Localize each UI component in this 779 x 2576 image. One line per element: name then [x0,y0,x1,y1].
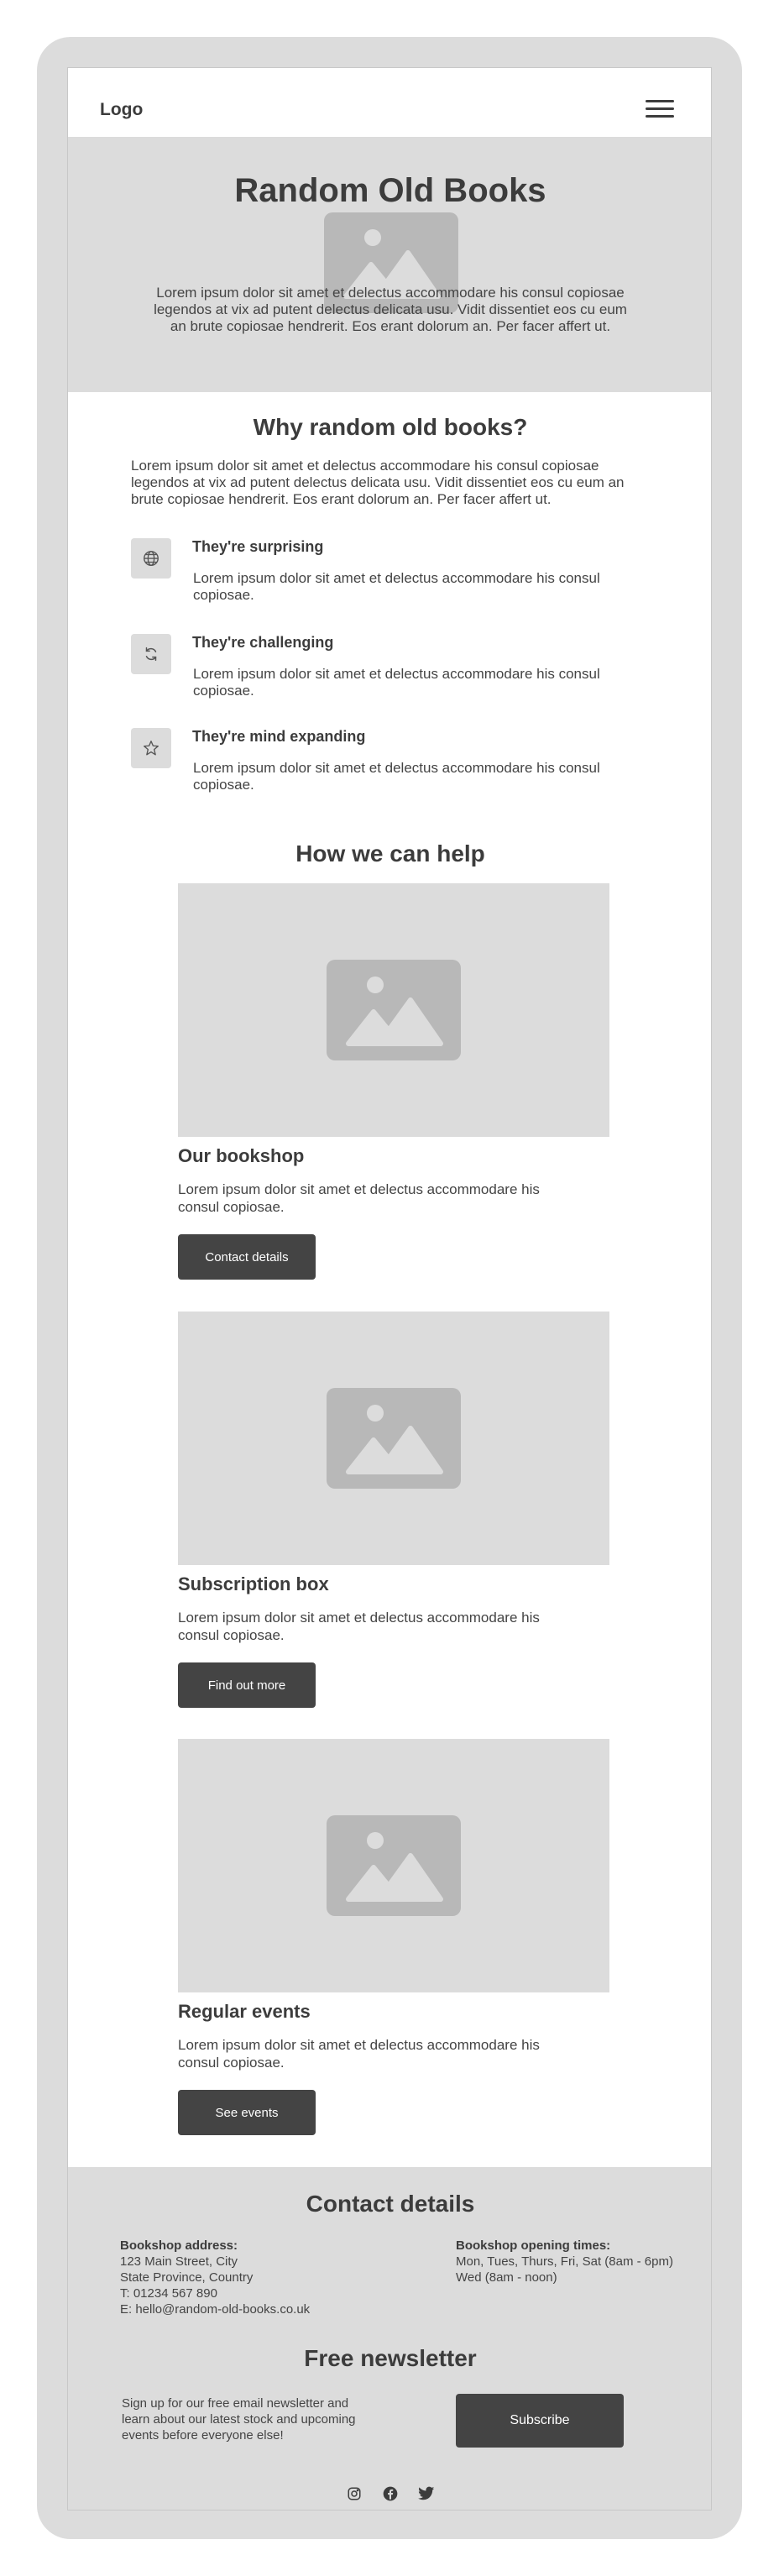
card-image [178,883,609,1137]
why-intro-text: Lorem ipsum dolor sit amet et delectus a… [131,458,625,507]
card-title: Subscription box [178,1573,329,1594]
instagram-icon[interactable] [345,2484,363,2503]
image-placeholder-icon [327,1815,461,1916]
feature-text: Lorem ipsum dolor sit amet et delectus a… [193,570,600,603]
top-navbar: Logo [68,68,711,137]
card-text: Lorem ipsum dolor sit amet et delectus a… [178,2037,540,2071]
feature-title: They're mind expanding [192,728,366,745]
card-text: Lorem ipsum dolor sit amet et delectus a… [178,1610,540,1643]
opening-times: Bookshop opening times: Mon, Tues, Thurs… [456,2238,673,2285]
address-label: Bookshop address: [120,2238,238,2253]
contact-details-button[interactable]: Contact details [178,1234,316,1280]
hours-line: Mon, Tues, Thurs, Fri, Sat (8am - 6pm) [456,2254,673,2269]
hamburger-menu-icon[interactable] [646,100,674,122]
footer-section: Contact details Bookshop address: 123 Ma… [68,2167,711,2510]
hours-label: Bookshop opening times: [456,2238,611,2253]
image-placeholder-icon [327,960,461,1060]
address-line: State Province, Country [120,2270,254,2285]
feature-title: They're surprising [192,538,324,555]
why-section-title: Why random old books? [253,414,528,440]
page-screen: Logo Random Old Books Lorem ipsum dolor … [67,67,712,2511]
refresh-icon [131,634,171,674]
phone-number: T: 01234 567 890 [120,2286,217,2301]
globe-icon [131,538,171,579]
contact-section-title: Contact details [306,2191,475,2217]
feature-text: Lorem ipsum dolor sit amet et delectus a… [193,760,600,793]
address-line: 123 Main Street, City [120,2254,238,2269]
feature-title: They're challenging [192,634,334,651]
feature-item: They're challenging Lorem ipsum dolor si… [131,634,651,726]
card-text: Lorem ipsum dolor sit amet et delectus a… [178,1181,540,1215]
subscribe-button[interactable]: Subscribe [456,2394,624,2448]
card-image [178,1312,609,1565]
logo[interactable]: Logo [100,100,143,120]
email-address[interactable]: E: hello@random-old-books.co.uk [120,2302,310,2317]
card-title: Regular events [178,2001,311,2022]
feature-item: They're mind expanding Lorem ipsum dolor… [131,728,651,820]
newsletter-text: Sign up for our free email newsletter an… [122,2396,356,2442]
newsletter-title: Free newsletter [304,2345,477,2371]
social-links [345,2484,436,2503]
image-placeholder-icon [327,1388,461,1489]
facebook-icon[interactable] [381,2484,400,2503]
feature-item: They're surprising Lorem ipsum dolor sit… [131,538,651,631]
feature-text: Lorem ipsum dolor sit amet et delectus a… [193,666,600,699]
hero-title: Random Old Books [234,172,546,209]
twitter-icon[interactable] [417,2484,436,2503]
card-title: Our bookshop [178,1145,305,1166]
find-out-more-button[interactable]: Find out more [178,1662,316,1708]
hero-section: Random Old Books Lorem ipsum dolor sit a… [68,137,711,392]
help-section-title: How we can help [295,840,485,867]
hero-text: Lorem ipsum dolor sit amet et delectus a… [154,285,627,334]
card-image [178,1739,609,1992]
bookshop-address: Bookshop address: 123 Main Street, City … [120,2238,310,2317]
star-icon [131,728,171,768]
hours-line: Wed (8am - noon) [456,2270,557,2285]
see-events-button[interactable]: See events [178,2090,316,2135]
